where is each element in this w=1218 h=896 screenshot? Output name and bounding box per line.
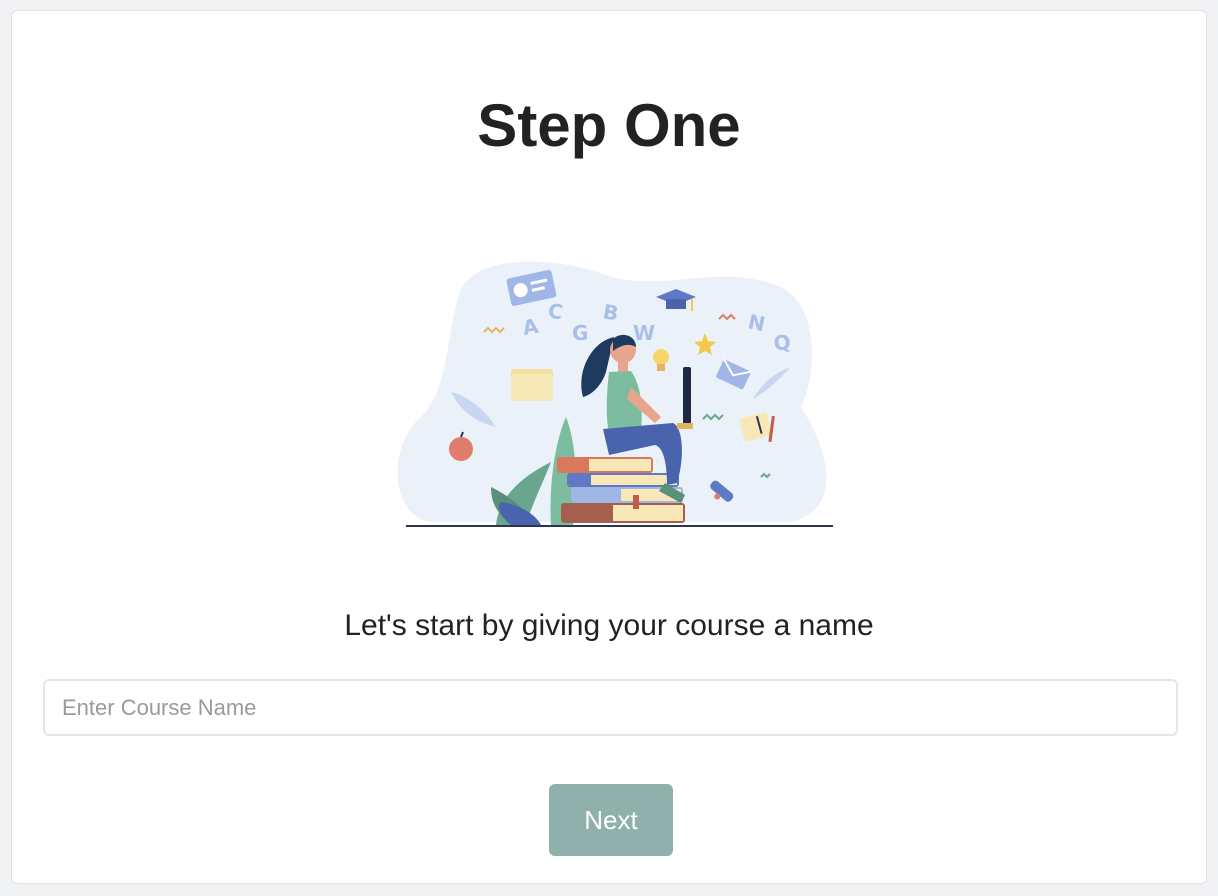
course-name-input[interactable] xyxy=(43,679,1178,736)
student-studying-illustration: A C G B W N Q xyxy=(397,261,833,527)
squiggle-small xyxy=(760,472,771,479)
course-name-prompt: Let's start by giving your course a name xyxy=(344,609,874,642)
letter-w: W xyxy=(633,321,655,345)
folder-icon xyxy=(511,369,553,401)
next-button[interactable]: Next xyxy=(549,784,673,856)
letter-g: G xyxy=(572,321,588,345)
step-card: Step One A C G B W N Q Let's start by gi… xyxy=(11,10,1207,884)
page-title: Step One xyxy=(477,92,741,159)
